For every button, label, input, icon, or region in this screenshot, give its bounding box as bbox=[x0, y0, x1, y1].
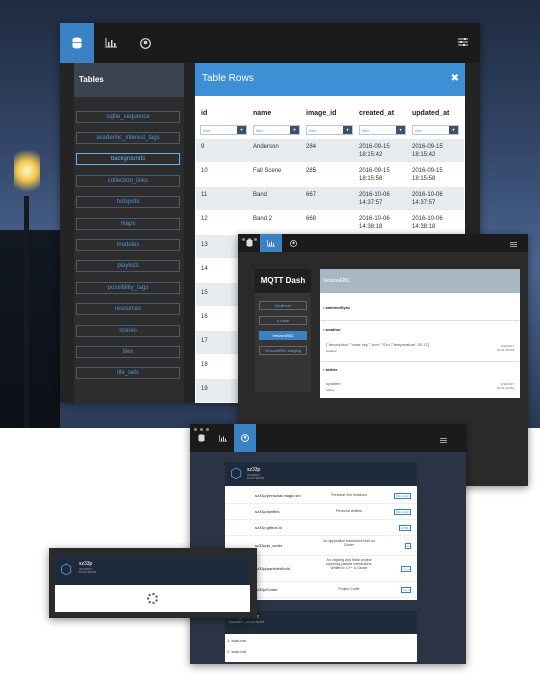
user-meta: 3/14/2017 10:47:48 PM bbox=[79, 567, 97, 574]
database-icon[interactable] bbox=[60, 23, 94, 63]
table-item[interactable]: playlists bbox=[76, 260, 180, 272]
table-row[interactable]: 11 Band 667 2016-10-06 14:37:57 2016-10-… bbox=[196, 187, 464, 210]
panel-title: Table Rows bbox=[202, 73, 254, 84]
screenshot-canvas: Tables sqlite_sequence academic_interest… bbox=[0, 0, 540, 674]
bar-chart-icon[interactable] bbox=[260, 234, 282, 252]
panel-header: Table Rows ✖ bbox=[195, 63, 465, 96]
message-time: 3/11/2017 10:41:32 PM bbox=[496, 382, 514, 390]
loading-window: ⬡ sz33p 3/14/2017 10:47:48 PM bbox=[49, 548, 257, 618]
hexagon-icon: ⬡ bbox=[230, 465, 243, 481]
sliders-icon[interactable] bbox=[458, 37, 468, 50]
language-badge: Vim script bbox=[393, 509, 411, 515]
table-item[interactable]: possibility_tags bbox=[76, 282, 180, 294]
tables-sidebar: Tables sqlite_sequence academic_interest… bbox=[74, 63, 184, 403]
mqtt-title: MQTT Dash bbox=[255, 269, 311, 293]
loading-body bbox=[55, 585, 250, 612]
filter-dropdown-icon[interactable]: ▾ bbox=[290, 126, 299, 134]
mqtt-topics-panel: VerizonEBC • ambientSync • weather {"des… bbox=[320, 269, 520, 398]
table-item[interactable]: academic_interest_tags bbox=[76, 132, 180, 144]
table-item[interactable]: tiles bbox=[76, 346, 180, 358]
commits-panel: sz33p/master 3/14/2017 — 10:47:48 PM 1. … bbox=[225, 611, 417, 662]
table-row[interactable]: 12 Band 2 668 2016-10-06 14:38:18 2016-1… bbox=[196, 211, 464, 234]
file-item[interactable]: 1. todo.md bbox=[227, 638, 246, 643]
topic-heading[interactable]: • twitter bbox=[323, 367, 338, 372]
profile-header: ⬡ sz33p 3/14/2017 10:47:48 PM bbox=[225, 462, 417, 486]
filter-dropdown-icon[interactable]: ▾ bbox=[343, 126, 352, 134]
language-badge: C++ bbox=[401, 566, 411, 572]
column-header[interactable]: id bbox=[201, 110, 207, 117]
toolbar bbox=[238, 234, 528, 252]
toolbar bbox=[60, 23, 480, 63]
filter-input[interactable]: filter ▾ bbox=[253, 125, 300, 135]
topic-heading[interactable]: • weather bbox=[323, 327, 341, 332]
file-item[interactable]: 2. todo.md bbox=[227, 649, 246, 654]
table-item[interactable]: modules bbox=[76, 239, 180, 251]
language-badge: C bbox=[404, 543, 411, 549]
language-badge: C++ bbox=[401, 587, 411, 593]
broker-button[interactable]: h-base bbox=[259, 316, 307, 325]
database-icon[interactable] bbox=[190, 424, 212, 452]
table-item[interactable]: stories bbox=[76, 325, 180, 337]
broker-button[interactable]: localhost bbox=[259, 301, 307, 310]
lamp-post bbox=[24, 196, 29, 428]
divider bbox=[321, 320, 519, 321]
filter-input[interactable]: filter ▾ bbox=[200, 125, 247, 135]
user-circle-icon[interactable] bbox=[282, 234, 304, 252]
repo-row[interactable]: sz33p/personal-magic.sm Personal Vim func… bbox=[225, 488, 417, 504]
language-badge: HTML bbox=[398, 525, 411, 531]
hexagon-icon: ⬡ bbox=[60, 561, 73, 577]
tree-silhouette bbox=[0, 230, 60, 428]
panel-title: VerizonEBC bbox=[320, 269, 520, 293]
toolbar bbox=[190, 424, 466, 452]
filter-dropdown-icon[interactable]: ▾ bbox=[449, 126, 458, 134]
message-time: 3/11/2017 10:41:48 PM bbox=[496, 344, 514, 352]
table-item-selected[interactable]: backgrounds bbox=[76, 153, 180, 165]
repo-row[interactable]: sz33p.github.io HTML bbox=[225, 520, 417, 536]
repo-meta: 3/14/2017 — 10:47:48 PM bbox=[229, 620, 265, 624]
column-header[interactable]: created_at bbox=[359, 110, 394, 117]
message-topic: weather bbox=[326, 349, 337, 353]
topic-heading[interactable]: • ambientSync bbox=[323, 305, 350, 310]
column-header[interactable]: name bbox=[253, 110, 271, 117]
filter-dropdown-icon[interactable]: ▾ bbox=[237, 126, 246, 134]
table-item[interactable]: sqlite_sequence bbox=[76, 111, 180, 123]
repo-row[interactable]: sz33p/dotfiles Personal dotfiles Vim scrip… bbox=[225, 504, 417, 520]
bar-chart-icon[interactable] bbox=[94, 23, 128, 63]
table-row[interactable]: 9 Anderson 284 2016-09-15 18:15:42 2016-… bbox=[196, 139, 464, 162]
profile-header: ⬡ sz33p 3/14/2017 10:47:48 PM bbox=[55, 555, 250, 585]
database-icon[interactable] bbox=[238, 234, 260, 252]
filter-input[interactable]: filter ▾ bbox=[359, 125, 406, 135]
filter-dropdown-icon[interactable]: ▾ bbox=[396, 126, 405, 134]
table-row[interactable]: 10 Fall Scene 285 2016-09-15 18:15:58 20… bbox=[196, 163, 464, 186]
close-icon[interactable]: ✖ bbox=[451, 73, 459, 84]
filter-input[interactable]: filter ▾ bbox=[306, 125, 353, 135]
user-circle-icon[interactable] bbox=[234, 424, 256, 452]
user-circle-icon[interactable] bbox=[128, 23, 162, 63]
sliders-icon[interactable] bbox=[440, 435, 447, 447]
filter-input[interactable]: filter ▾ bbox=[412, 125, 459, 135]
table-item[interactable]: maps bbox=[76, 218, 180, 230]
language-badge: Vim script bbox=[393, 493, 411, 499]
mqtt-sidebar: MQTT Dash localhost h-base VerizonEBC Ve… bbox=[255, 269, 311, 392]
table-item[interactable]: tile_sets bbox=[76, 367, 180, 379]
sliders-icon[interactable] bbox=[510, 239, 517, 251]
lamp-light bbox=[14, 150, 40, 196]
bar-chart-icon[interactable] bbox=[212, 424, 234, 452]
table-item[interactable]: hotspots bbox=[76, 196, 180, 208]
table-item[interactable]: collection_links bbox=[76, 175, 180, 187]
broker-button[interactable]: VerizonEBC-staging bbox=[259, 346, 307, 355]
column-header[interactable]: image_id bbox=[306, 110, 336, 117]
divider bbox=[321, 361, 519, 362]
spinner-icon bbox=[147, 593, 158, 604]
broker-button-selected[interactable]: VerizonEBC bbox=[259, 331, 307, 340]
table-item[interactable]: resources bbox=[76, 303, 180, 315]
message-payload: updated bbox=[326, 381, 341, 386]
tables-title: Tables bbox=[74, 63, 184, 97]
user-meta: 3/14/2017 10:47:48 PM bbox=[247, 473, 265, 480]
message-topic: twitter bbox=[326, 388, 335, 392]
message-payload: {"description":"clear sky","icon":"01n",… bbox=[326, 342, 430, 347]
github-window: ⬡ sz33p 3/14/2017 10:47:48 PM sz33p/pers… bbox=[190, 424, 466, 664]
column-header[interactable]: updated_at bbox=[412, 110, 449, 117]
